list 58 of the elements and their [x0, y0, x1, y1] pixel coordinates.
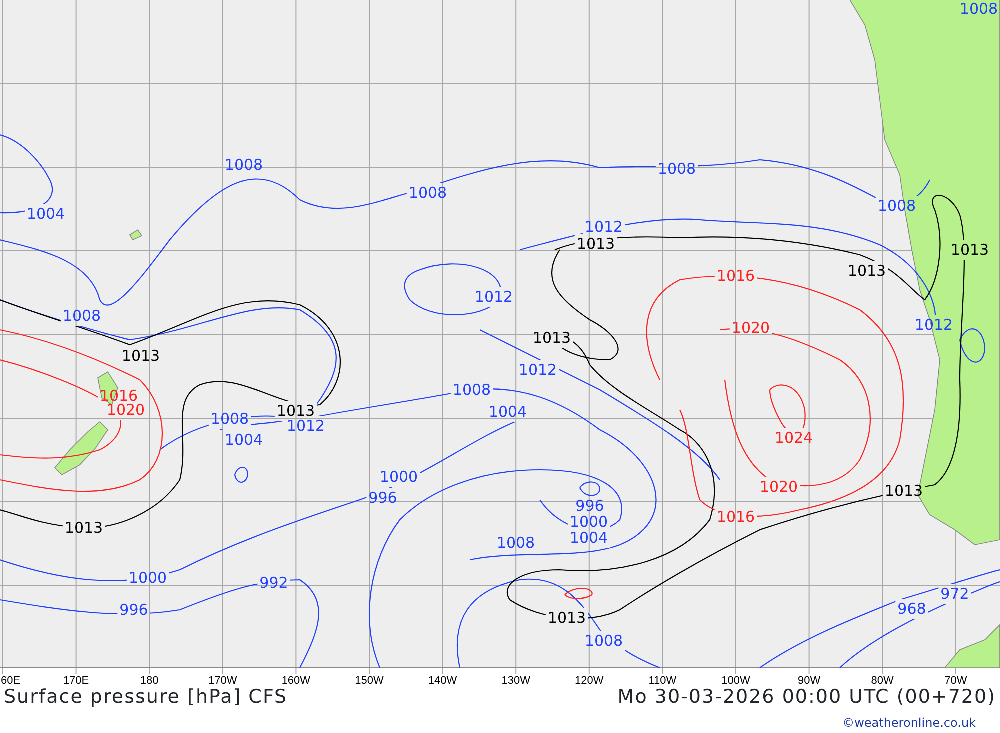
chart-title: Surface pressure [hPa] CFS [4, 688, 288, 710]
isobar-label: 1013 [122, 347, 160, 365]
isobar-label: 1012 [286, 417, 326, 435]
isobar-label: 1016 [716, 508, 756, 526]
longitude-label: 70W [944, 675, 968, 687]
valid-time: Mo 30-03-2026 00:00 UTC (00+720) [618, 688, 996, 710]
longitude-label: 100W [722, 675, 750, 687]
isobar-label: 1013 [276, 402, 316, 420]
isobar-label: 1008 [878, 197, 916, 215]
isobar-label: 1000 [128, 569, 168, 587]
isobar-label: 1013 [64, 519, 104, 537]
isobar-label: 972 [940, 585, 970, 603]
longitude-label: 170W [208, 675, 238, 687]
isobar-label: 1012 [584, 218, 624, 236]
isobar-label: 1008 [960, 0, 998, 18]
isobar-label: 996 [368, 489, 398, 507]
isobar-label: 968 [898, 600, 926, 618]
longitude-label: 120W [575, 675, 604, 687]
longitude-label: 60E [1, 675, 21, 687]
isobar-label: 1008 [210, 410, 250, 428]
isobar-label: 1004 [570, 529, 608, 547]
isobar-label: 1013 [532, 329, 572, 347]
isobar-label: 1016 [716, 267, 756, 285]
longitude-label: 90W [798, 675, 821, 687]
isobar-label: 1008 [224, 156, 264, 174]
isobar-label: 1013 [576, 235, 616, 253]
longitude-label: 140W [428, 675, 458, 687]
isobar-label: 996 [120, 601, 148, 619]
longitude-label: 180 [140, 675, 159, 687]
isobar-label: 1012 [518, 361, 558, 379]
longitude-label: 170E [63, 675, 90, 687]
isobar-label: 996 [576, 497, 604, 515]
isobar-label: 1008 [496, 534, 536, 552]
isobar-label: 1020 [760, 478, 798, 496]
isobar-label: 1008 [584, 632, 624, 650]
credit-text: ©weatheronline.co.uk [842, 715, 976, 732]
isobar-label: 1008 [62, 307, 102, 325]
isobar-label: 1013 [548, 609, 586, 627]
isobar-label: 1008 [408, 184, 448, 202]
isobar-label: 1004 [26, 205, 66, 223]
isobar-label: 992 [260, 574, 288, 592]
isobar-label: 1008 [452, 381, 492, 399]
isobar-label: 1013 [848, 262, 886, 280]
isobar-label: 1000 [380, 468, 418, 486]
isobar-label: 1012 [474, 288, 514, 306]
isobar-label: 1004 [224, 431, 264, 449]
longitude-label: 80W [871, 675, 894, 687]
isobar-label: 1013 [950, 241, 990, 259]
longitude-label: 130W [502, 675, 530, 687]
isobar-label: 1000 [570, 513, 608, 531]
longitude-label: 110W [648, 675, 677, 687]
isobar-label: 1008 [658, 160, 696, 178]
isobar-label: 1020 [732, 319, 770, 337]
longitude-label: 150W [355, 675, 384, 687]
isobar-label: 1004 [488, 403, 528, 421]
longitude-label: 160W [282, 675, 311, 687]
isobar-label: 1024 [774, 429, 814, 447]
isobar-label: 1013 [884, 482, 924, 500]
